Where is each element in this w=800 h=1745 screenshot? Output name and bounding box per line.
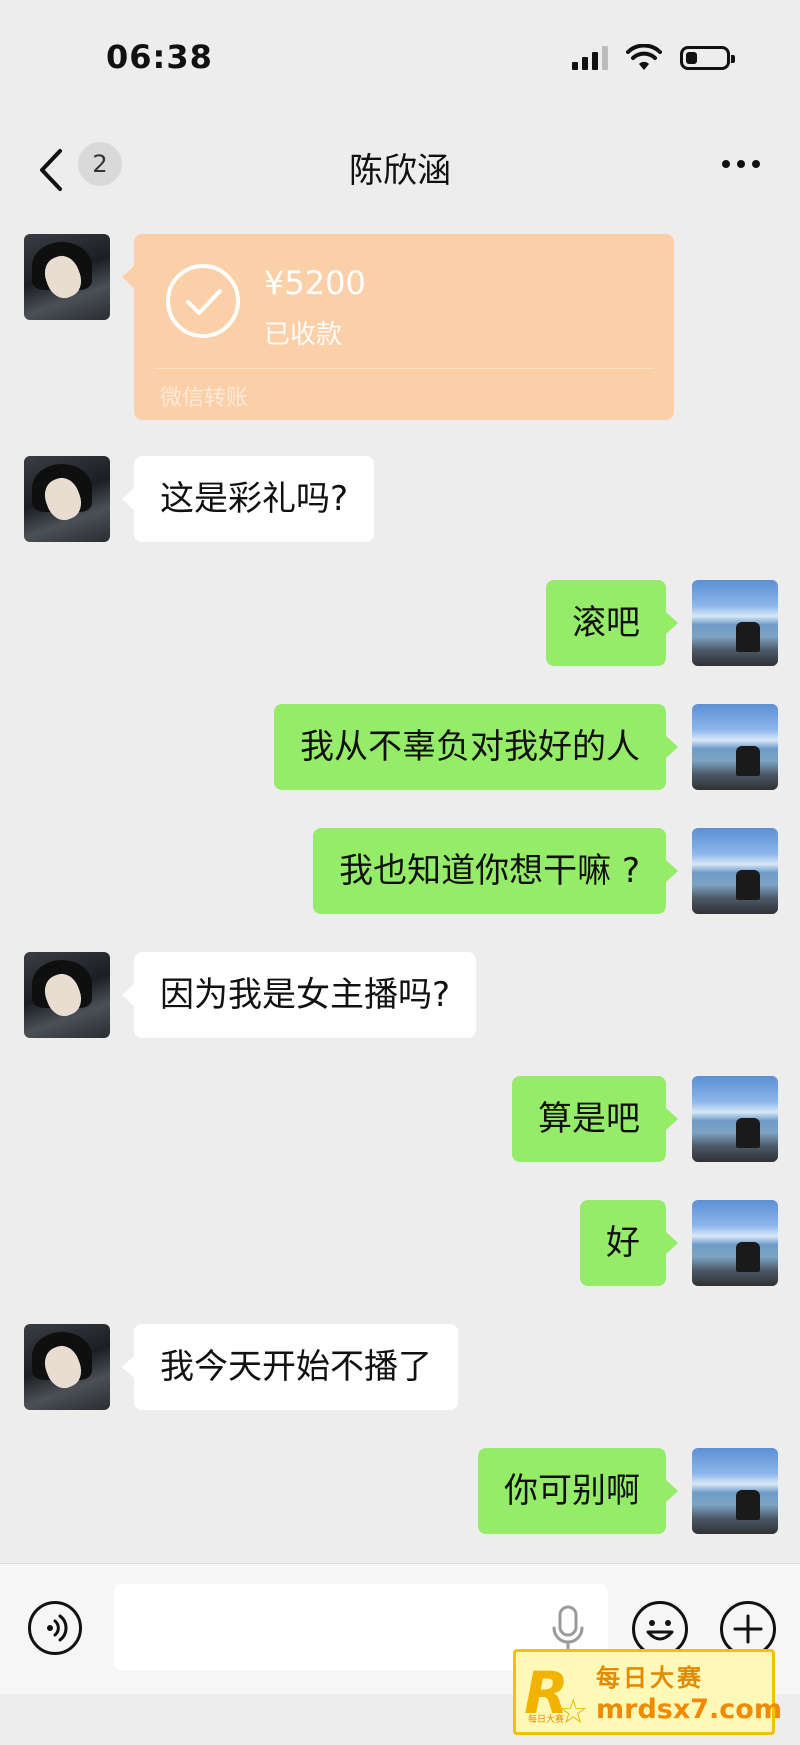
transfer-amount: ¥5200 [264,264,366,302]
ellipsis-icon[interactable] [722,160,760,168]
message-bubble[interactable]: 滚吧 [546,580,678,666]
avatar[interactable] [24,456,110,542]
voice-icon[interactable] [28,1601,82,1655]
avatar[interactable] [692,1076,778,1162]
battery-icon [680,46,735,70]
avatar[interactable] [692,1448,778,1534]
status-time: 06:38 [106,38,213,76]
message-bubble[interactable]: 好 [580,1200,678,1286]
watermark: R ☆ 每日大赛 每日大赛 mrdsx7.com [513,1649,782,1735]
avatar[interactable] [692,1200,778,1286]
watermark-title: 每日大赛 [596,1664,704,1692]
wifi-icon [626,44,662,70]
avatar[interactable] [24,1324,110,1410]
transfer-card[interactable]: ¥5200 已收款 微信转账 [122,234,674,420]
watermark-domain: mrdsx7.com [596,1694,782,1725]
message-bubble[interactable]: 我今天开始不播了 [122,1324,458,1410]
message-bubble[interactable]: 我也知道你想干嘛 ? [313,828,678,914]
message-bubble[interactable]: 你可别啊 [478,1448,678,1534]
status-icons [572,44,735,72]
microphone-icon[interactable] [548,1604,588,1654]
divider [154,368,654,369]
watermark-logo-sub: 每日大赛 [528,1715,565,1725]
status-bar: 06:38 [0,0,800,110]
message-bubble[interactable]: 因为我是女主播吗? [121,952,477,1038]
avatar[interactable] [692,580,778,666]
avatar[interactable] [24,234,110,320]
message-bubble[interactable]: 算是吧 [512,1076,678,1162]
avatar[interactable] [692,828,778,914]
message-bubble[interactable]: 这是彩礼吗? [121,456,375,542]
transfer-status: 已收款 [264,320,343,350]
battery-level [686,52,697,64]
check-icon [166,264,240,338]
avatar[interactable] [692,704,778,790]
avatar[interactable] [24,952,110,1038]
message-bubble[interactable]: 我从不辜负对我好的人 [274,704,678,790]
transfer-footer: 微信转账 [160,386,249,411]
page-title: 陈欣涵 [349,151,451,191]
signal-icon [572,46,608,70]
